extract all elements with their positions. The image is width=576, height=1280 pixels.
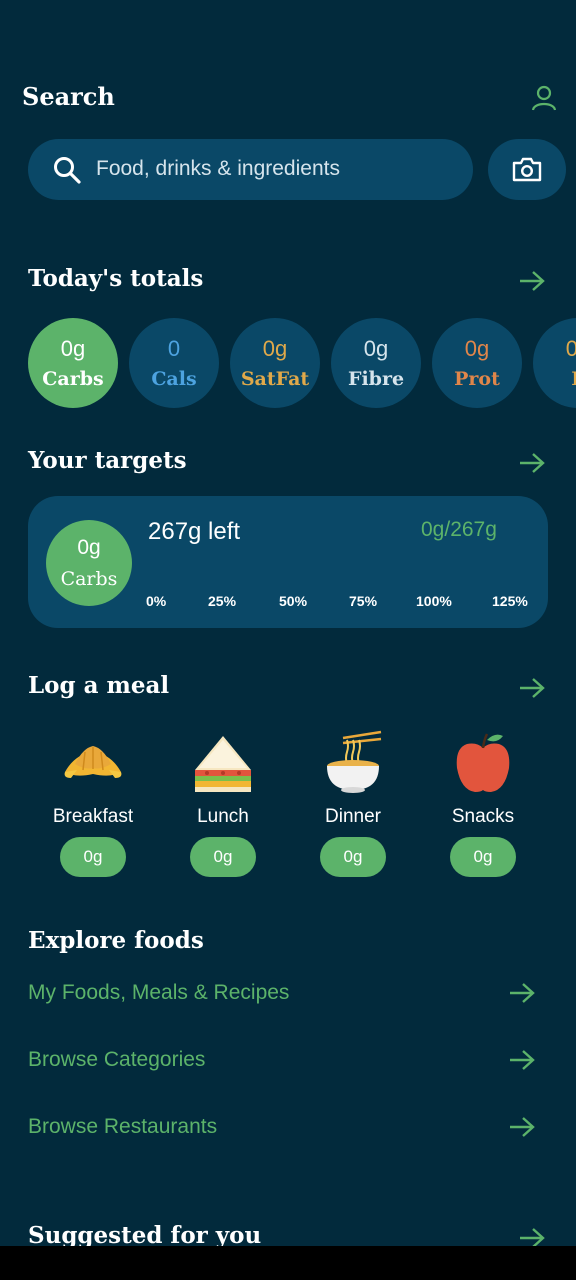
browse-categories-arrow-icon[interactable] [508,1049,536,1071]
total-prot[interactable]: 0g Prot [432,318,522,408]
meal-label-dinner: Dinner [325,806,381,827]
total-fat[interactable]: 0g F [533,318,576,408]
tick-label: 50% [279,593,308,609]
total-cals-value: 0 [167,336,181,361]
profile-icon[interactable] [530,84,558,112]
meal-label-lunch: Lunch [197,806,249,827]
total-prot-value: 0g [464,336,490,361]
meals-arrow-icon[interactable] [518,677,546,699]
explore-title: Explore foods [28,927,204,954]
tick-label: 25% [208,593,237,609]
croissant-icon [64,746,122,778]
total-fat-value: 0g [565,336,576,361]
link-browse-restaurants[interactable]: Browse Restaurants [28,1115,217,1139]
tick-label: 75% [349,593,378,609]
target-circle-label: Carbs [60,568,118,590]
my-foods-arrow-icon[interactable] [508,982,536,1004]
meal-label-snacks: Snacks [451,806,515,827]
camera-button[interactable] [488,139,566,200]
target-circle: 0g Carbs [46,520,132,606]
search-icon [54,157,81,184]
tick-label: 100% [416,593,452,609]
total-satfat[interactable]: 0g SatFat [230,318,320,408]
total-carbs[interactable]: 0g Carbs [28,318,118,408]
total-cals-label: Cals [151,368,197,390]
meal-value-snacks[interactable]: 0g [450,837,516,877]
total-fibre-label: Fibre [347,368,405,390]
meal-breakfast[interactable]: Breakfast 0g [28,730,158,880]
totals-title: Today's totals [28,265,204,292]
total-fibre[interactable]: 0g Fibre [331,318,421,408]
meal-label-breakfast: Breakfast [52,806,134,827]
camera-icon [512,157,542,182]
totals-arrow-icon[interactable] [518,270,546,292]
tick-label: 125% [492,593,528,609]
suggested-title: Suggested for you [28,1222,262,1249]
target-circle-value: 0g [77,536,101,559]
apple-icon [456,733,510,792]
total-carbs-label: Carbs [42,368,104,390]
meal-value-lunch[interactable]: 0g [190,837,256,877]
status-bar-area [0,0,576,60]
meals-title: Log a meal [28,672,170,699]
total-satfat-label: SatFat [240,368,310,390]
carbs-target-card[interactable]: 0g Carbs 267g left 0g/267g 0% 25% 50% 75… [28,496,548,628]
meal-snacks[interactable]: Snacks 0g [418,730,548,880]
total-satfat-value: 0g [262,336,288,361]
totals-row[interactable]: 0g Carbs 0 Cals 0g SatFat 0g Fibre 0g Pr… [28,318,576,408]
search-input[interactable]: Food, drinks & ingredients [28,139,473,200]
targets-title: Your targets [28,447,187,474]
meal-value-dinner[interactable]: 0g [320,837,386,877]
link-browse-categories[interactable]: Browse Categories [28,1048,205,1072]
link-my-foods[interactable]: My Foods, Meals & Recipes [28,981,289,1005]
target-progress-text: 0g/267g [421,518,497,541]
total-fibre-value: 0g [363,336,389,361]
total-cals[interactable]: 0 Cals [129,318,219,408]
target-remaining: 267g left [148,518,241,545]
meal-dinner[interactable]: Dinner 0g [288,730,418,880]
meal-value-breakfast[interactable]: 0g [60,837,126,877]
targets-arrow-icon[interactable] [518,452,546,474]
sandwich-icon [195,736,251,792]
noodles-icon [327,730,382,793]
meal-lunch[interactable]: Lunch 0g [158,730,288,880]
search-placeholder: Food, drinks & ingredients [96,157,340,180]
total-prot-label: Prot [454,368,500,390]
tick-label: 0% [146,593,167,609]
total-fat-label: F [533,368,576,390]
system-nav-bar [0,1246,576,1280]
page-title: Search [22,82,115,111]
browse-restaurants-arrow-icon[interactable] [508,1116,536,1138]
total-carbs-value: 0g [60,336,86,361]
